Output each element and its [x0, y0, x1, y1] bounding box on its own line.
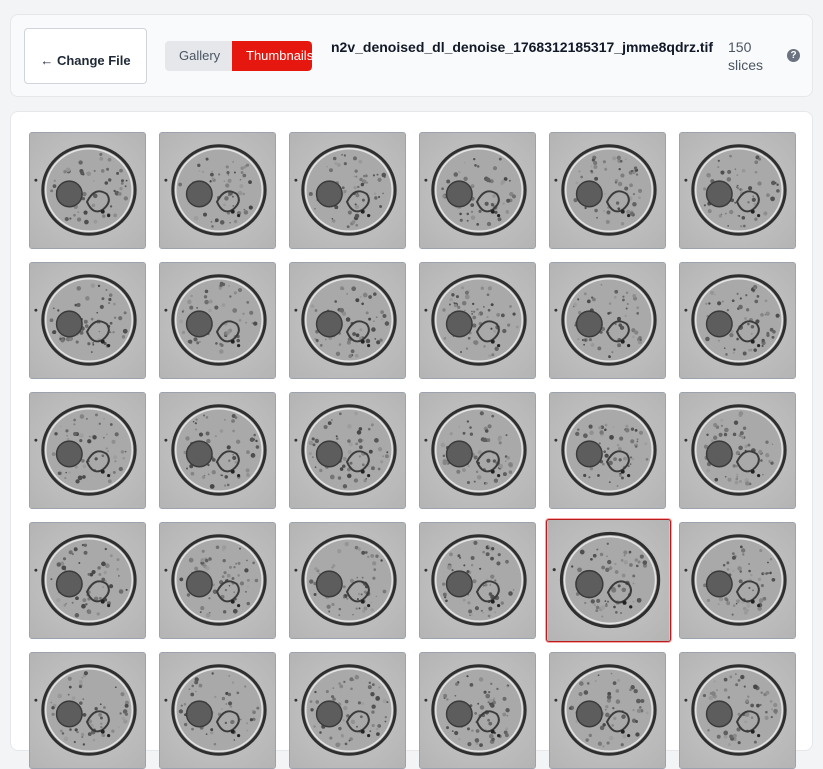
thumbnail-item[interactable] [29, 652, 146, 769]
cell-image [30, 133, 145, 248]
thumbnail-item[interactable] [159, 392, 276, 509]
cell-image [548, 520, 669, 641]
view-toggle: Gallery Thumbnails [165, 41, 312, 71]
cell-image [680, 523, 795, 638]
question-circle-icon[interactable]: ? [787, 49, 800, 62]
thumbnails-tab[interactable]: Thumbnails [232, 41, 312, 71]
thumbnail-item[interactable] [679, 392, 796, 509]
cell-image [290, 653, 405, 768]
thumbnail-item[interactable] [29, 392, 146, 509]
file-name: n2v_denoised_dl_denoise_1768312185317_jm… [331, 39, 714, 55]
cell-image [550, 263, 665, 378]
gallery-tab[interactable]: Gallery [165, 41, 232, 71]
thumbnail-item[interactable] [549, 262, 666, 379]
thumbnail-item[interactable] [289, 262, 406, 379]
thumbnail-item[interactable] [289, 522, 406, 639]
thumbnail-item[interactable] [679, 522, 796, 639]
cell-image [550, 653, 665, 768]
cell-image [160, 523, 275, 638]
thumbnail-item[interactable] [679, 652, 796, 769]
thumbnail-item[interactable] [159, 522, 276, 639]
thumbnail-item[interactable] [419, 652, 536, 769]
cell-image [420, 263, 535, 378]
cell-image [550, 393, 665, 508]
cell-image [290, 263, 405, 378]
thumbnail-item[interactable] [419, 392, 536, 509]
cell-image [160, 393, 275, 508]
thumbnail-item[interactable] [29, 262, 146, 379]
cell-image [30, 263, 145, 378]
toolbar: ← Change File Gallery Thumbnails n2v_den… [10, 14, 813, 97]
cell-image [160, 653, 275, 768]
thumbnail-item[interactable] [289, 132, 406, 249]
cell-image [290, 133, 405, 248]
thumbnail-item[interactable] [289, 652, 406, 769]
thumbnail-item[interactable] [549, 132, 666, 249]
thumbnail-item[interactable] [419, 132, 536, 249]
thumbnail-grid [10, 111, 813, 769]
cell-image [420, 523, 535, 638]
cell-image [290, 523, 405, 638]
thumbnail-item[interactable] [546, 519, 671, 642]
cell-image [550, 133, 665, 248]
thumbnail-item[interactable] [419, 262, 536, 379]
cell-image [680, 393, 795, 508]
thumbnail-item[interactable] [159, 132, 276, 249]
thumbnail-item[interactable] [289, 392, 406, 509]
cell-image [160, 263, 275, 378]
slice-count: 150 slices [728, 39, 764, 73]
cell-image [420, 133, 535, 248]
thumbnail-item[interactable] [29, 522, 146, 639]
cell-image [680, 133, 795, 248]
thumbnail-item[interactable] [679, 262, 796, 379]
thumbnail-item[interactable] [159, 652, 276, 769]
cell-image [290, 393, 405, 508]
thumbnail-item[interactable] [29, 132, 146, 249]
cell-image [160, 133, 275, 248]
cell-image [30, 523, 145, 638]
cell-image [680, 263, 795, 378]
thumbnail-item[interactable] [419, 522, 536, 639]
thumbnail-item[interactable] [549, 652, 666, 769]
cell-image [30, 393, 145, 508]
cell-image [420, 653, 535, 768]
thumbnail-item[interactable] [679, 132, 796, 249]
cell-image [420, 393, 535, 508]
thumbnail-item[interactable] [549, 392, 666, 509]
thumbnail-item[interactable] [159, 262, 276, 379]
cell-image [30, 653, 145, 768]
change-file-button[interactable]: ← Change File [24, 28, 147, 84]
cell-image [680, 653, 795, 768]
